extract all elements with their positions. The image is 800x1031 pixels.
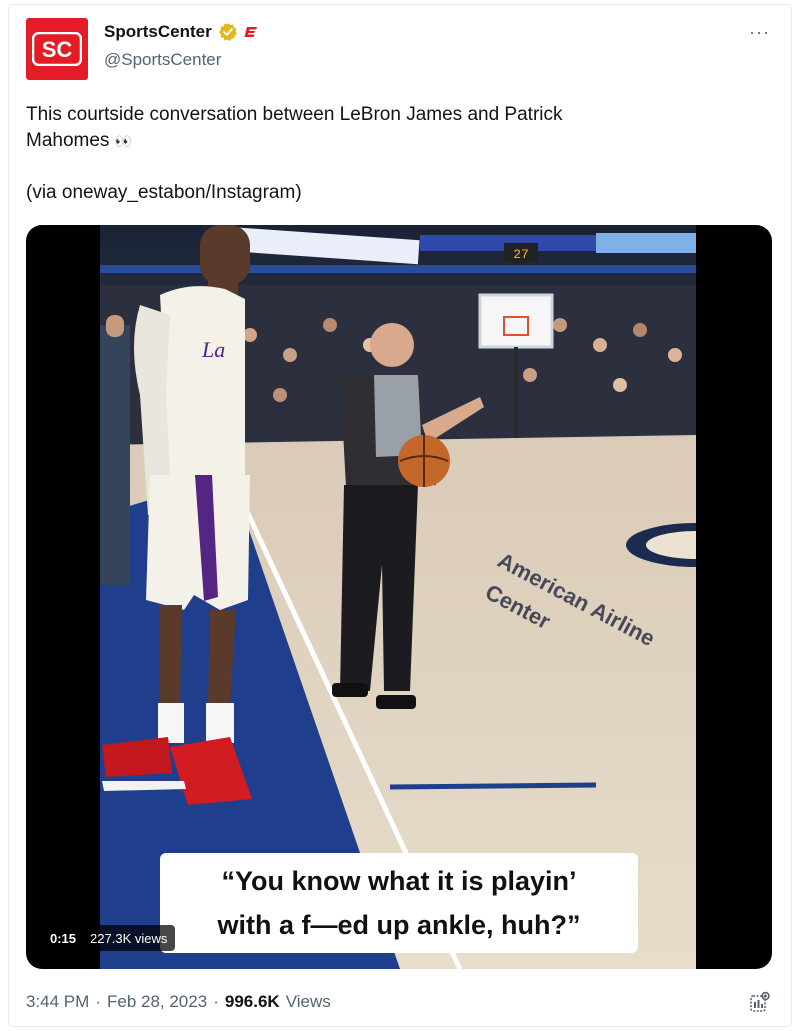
- sportscenter-logo-icon: SC: [32, 32, 82, 66]
- player-left-edge: [100, 315, 130, 585]
- verified-badge-icon: [218, 23, 237, 41]
- caption-line-1: “You know what it is playin’: [221, 866, 577, 896]
- post-date[interactable]: Feb 28, 2023: [107, 992, 207, 1012]
- video-player[interactable]: 27 American Airline Center La “You know …: [26, 225, 772, 969]
- post-time[interactable]: 3:44 PM: [26, 992, 89, 1012]
- user-handle[interactable]: @SportsCenter: [104, 50, 221, 70]
- avatar[interactable]: SC: [26, 18, 88, 80]
- video-elapsed: 0:15: [50, 930, 77, 946]
- espn-affiliate-icon: [244, 27, 257, 37]
- analytics-icon[interactable]: [748, 990, 772, 1014]
- display-name[interactable]: SportsCenter: [104, 22, 212, 42]
- video-views: 227.3K views: [90, 930, 168, 946]
- author-row: SportsCenter: [104, 22, 258, 42]
- view-count: 996.6K: [224, 992, 280, 1011]
- scoreboard-digits: 27: [513, 247, 529, 262]
- avatar-text: SC: [42, 37, 73, 62]
- video-timestamp: 0:15 227.3K views: [42, 925, 176, 951]
- meta-separator: ·: [95, 992, 101, 1011]
- meta-separator: ·: [213, 992, 219, 1011]
- tweet-meta: 3:44 PM · Feb 28, 2023 · 996.6K Views: [26, 992, 331, 1012]
- tweet-text: This courtside conversation between LeBr…: [26, 102, 746, 154]
- more-options-button[interactable]: ···: [749, 22, 770, 43]
- caption-line-2: with a f—ed up ankle, huh?”: [217, 910, 581, 940]
- video-caption: “You know what it is playin’ with a f—ed…: [160, 853, 638, 953]
- tweet-credit: (via oneway_estabon/Instagram): [26, 182, 302, 203]
- eyes-emoji: 👀: [114, 133, 132, 149]
- views-label: Views: [285, 992, 331, 1011]
- tweet-text-line-1: This courtside conversation between LeBr…: [26, 104, 563, 125]
- svg-text:La: La: [201, 337, 225, 362]
- tweet-text-line-2: Mahomes: [26, 130, 110, 151]
